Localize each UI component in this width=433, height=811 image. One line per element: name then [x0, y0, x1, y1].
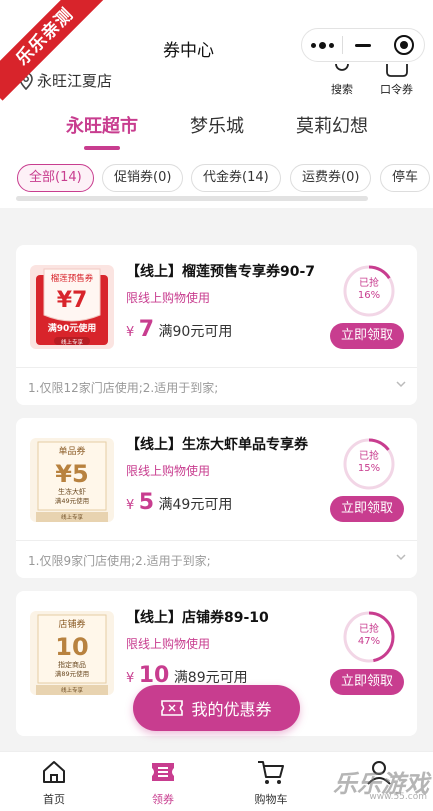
currency-symbol: ¥ — [126, 498, 135, 513]
store-name: 永旺江夏店 — [37, 72, 113, 90]
coupon-image-label: 单品券 — [58, 445, 85, 457]
my-coupons-button[interactable]: 我的优惠券 — [133, 685, 300, 731]
store-selector[interactable]: 永旺江夏店 — [18, 70, 112, 91]
coupon-image-value: ¥7 — [57, 288, 88, 313]
more-dots-icon — [310, 41, 334, 49]
coupon-name: 【线上】生冻大虾单品专享券 — [126, 437, 308, 453]
nav-cart[interactable]: 购物车 — [236, 758, 306, 807]
coupon-image: 店铺券 10 指定商品 满89元使用 线上专享 — [30, 611, 114, 695]
more-button[interactable] — [302, 29, 342, 61]
coupon-image-line1: 指定商品 — [58, 660, 86, 669]
coupon-limit: 限线上购物使用 — [126, 464, 211, 478]
nav-cart-label: 购物车 — [254, 793, 288, 806]
coupon-image-label: 店铺券 — [58, 618, 85, 630]
coupon-image-footer: 线上专享 — [61, 338, 84, 346]
tab-menglecheng[interactable]: 梦乐城 — [190, 112, 244, 138]
coupon-image-line1: 生冻大虾 — [58, 487, 86, 496]
ticket-icon — [385, 64, 408, 77]
filter-parking[interactable]: 停车 — [380, 164, 431, 192]
coupon-name: 【线上】店铺券89-10 — [126, 610, 269, 626]
coupon-image-label: 榴莲预售券 — [51, 273, 94, 284]
target-icon — [393, 35, 414, 55]
filter-shipping[interactable]: 运费券(0) — [290, 164, 372, 192]
password-coupon-button[interactable]: 口令券 — [380, 64, 413, 97]
minimize-button[interactable] — [343, 29, 383, 61]
coupon-note: 1.仅限12家门店使用;2.适用于到家; — [28, 381, 219, 395]
claimed-percent: 47% — [357, 636, 381, 647]
my-coupons-label: 我的优惠券 — [191, 700, 272, 719]
home-icon — [43, 761, 65, 783]
coupon-limit: 限线上购物使用 — [126, 291, 211, 305]
coupon-card: 单品券 ¥5 生冻大虾 满49元使用 线上专享 【线上】生冻大虾单品专享券 限线… — [16, 418, 417, 578]
currency-symbol: ¥ — [126, 671, 135, 686]
filter-scrollbar[interactable] — [16, 196, 368, 201]
claim-button[interactable]: 立即领取 — [330, 669, 404, 695]
coupon-limit: 限线上购物使用 — [126, 637, 211, 651]
coupon-condition: 满49元可用 — [158, 497, 233, 513]
nav-home[interactable]: 首页 — [19, 758, 89, 807]
coupon-card: 榴莲预售券 ¥7 满90元使用 线上专享 【线上】榴莲预售专享券90-7 限线上… — [16, 245, 417, 405]
mini-program-capsule — [301, 28, 425, 62]
coupon-image-value: 10 — [55, 633, 88, 661]
coupon-image-cond: 满90元使用 — [48, 322, 97, 334]
password-coupon-label: 口令券 — [380, 83, 413, 96]
minus-icon — [355, 43, 372, 47]
chevron-down-icon[interactable] — [395, 551, 407, 563]
coupon-image: 榴莲预售券 ¥7 满90元使用 线上专享 — [30, 265, 114, 349]
tab-yongwang[interactable]: 永旺超市 — [66, 112, 138, 138]
claim-button[interactable]: 立即领取 — [330, 323, 404, 349]
nav-coupons[interactable]: 领券 — [128, 758, 198, 807]
close-button[interactable] — [384, 29, 424, 61]
coupon-image-value: ¥5 — [55, 460, 88, 488]
card-divider — [16, 367, 417, 368]
filter-voucher[interactable]: 代金券(14) — [191, 164, 281, 192]
chevron-down-icon[interactable] — [395, 378, 407, 390]
coupon-image-footer: 线上专享 — [61, 686, 84, 694]
claimed-progress: 已抢 47% — [341, 609, 397, 665]
coupon-condition: 满89元可用 — [173, 670, 248, 686]
claimed-percent: 16% — [357, 290, 381, 301]
cart-icon — [258, 761, 284, 784]
nav-home-label: 首页 — [43, 793, 65, 806]
search-icon — [335, 63, 349, 71]
claimed-progress: 已抢 15% — [341, 436, 397, 492]
tab-molihuanxiang[interactable]: 莫莉幻想 — [296, 112, 368, 138]
claimed-label: 已抢 — [359, 624, 379, 635]
coupon-image-line2: 满89元使用 — [55, 669, 89, 678]
coupon-amount: 7 — [138, 317, 155, 342]
coupon-image-line2: 满49元使用 — [55, 496, 89, 505]
coupon-icon — [152, 763, 174, 781]
coupon-name: 【线上】榴莲预售专享券90-7 — [126, 264, 316, 280]
claim-button[interactable]: 立即领取 — [330, 496, 404, 522]
coupon-ticket-icon — [161, 700, 184, 716]
claimed-label: 已抢 — [359, 451, 379, 462]
search-button[interactable]: 搜索 — [331, 63, 353, 97]
coupon-price: ¥ 7 满90元可用 — [126, 317, 232, 342]
coupon-condition: 满90元可用 — [158, 324, 233, 340]
coupon-price: ¥ 5 满49元可用 — [126, 490, 232, 515]
claimed-percent: 15% — [357, 463, 381, 474]
coupon-image-footer: 线上专享 — [61, 513, 84, 521]
filter-all[interactable]: 全部(14) — [17, 164, 94, 192]
claimed-label: 已抢 — [359, 278, 379, 289]
watermark-url: www.55.com — [369, 792, 427, 802]
search-label: 搜索 — [331, 83, 353, 96]
currency-symbol: ¥ — [126, 325, 135, 340]
claimed-progress: 已抢 16% — [341, 263, 397, 319]
nav-coupons-label: 领券 — [152, 793, 174, 806]
coupon-amount: 5 — [138, 490, 155, 515]
store-tabs: 永旺超市 梦乐城 莫莉幻想 — [0, 112, 433, 150]
coupon-image: 单品券 ¥5 生冻大虾 满49元使用 线上专享 — [30, 438, 114, 522]
coupon-note: 1.仅限9家门店使用;2.适用于到家; — [28, 554, 211, 568]
filter-promo[interactable]: 促销券(0) — [102, 164, 184, 192]
card-divider — [16, 540, 417, 541]
